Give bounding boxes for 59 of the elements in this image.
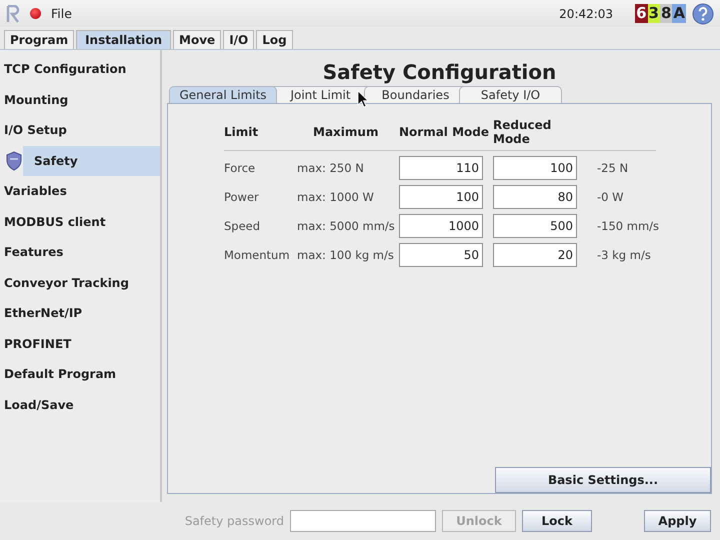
- reduced-mode-field[interactable]: 20: [493, 243, 577, 267]
- sidebar-item[interactable]: Load/Save: [0, 390, 160, 420]
- tab[interactable]: Installation: [76, 30, 172, 49]
- tab[interactable]: Safety I/O: [459, 86, 562, 103]
- footer-button[interactable]: Apply: [644, 510, 711, 532]
- reduced-mode-field[interactable]: 100: [493, 156, 577, 180]
- sidebar-item[interactable]: MODBUS client: [0, 206, 160, 237]
- maximum-text: max: 1000 W: [297, 190, 375, 204]
- row-label: Speed: [224, 219, 262, 233]
- difference-text: -25 N: [596, 161, 630, 175]
- row-label: Power: [224, 190, 260, 204]
- shield-icon: [5, 150, 23, 171]
- tab[interactable]: General Limits: [169, 86, 277, 103]
- normal-mode-field[interactable]: 100: [399, 185, 483, 209]
- sidebar-item[interactable]: EtherNet/IP: [0, 298, 160, 328]
- sidebar-item[interactable]: Mounting: [0, 84, 160, 115]
- sidebar-item[interactable]: Variables: [0, 176, 160, 206]
- help-icon[interactable]: [692, 2, 714, 24]
- basic-settings-button[interactable]: Basic Settings...: [495, 467, 711, 493]
- reduced-mode-field[interactable]: 500: [493, 214, 577, 238]
- normal-mode-field[interactable]: 1000: [399, 214, 483, 238]
- reduced-mode-field[interactable]: 80: [493, 185, 577, 209]
- row-label: Force: [224, 161, 256, 175]
- mouse-pointer-icon: [357, 90, 369, 108]
- maximum-text: max: 100 kg m/s: [297, 248, 395, 262]
- maximum-text: max: 250 N: [297, 161, 365, 175]
- sidebar-item[interactable]: Default Program: [0, 359, 160, 390]
- status-code-cell: 6: [635, 4, 648, 23]
- page-title: Safety Configuration: [322, 59, 558, 86]
- column-header: Normal Mode: [399, 125, 490, 139]
- footer-button[interactable]: Lock: [522, 510, 592, 532]
- status-code-cell: A: [672, 4, 686, 23]
- maximum-text: max: 5000 mm/s: [297, 219, 396, 233]
- column-header: Reduced Mode: [493, 118, 552, 146]
- file-menu[interactable]: File: [51, 6, 72, 21]
- sidebar-item[interactable]: Conveyor Tracking: [0, 268, 160, 298]
- record-icon: [30, 8, 41, 19]
- difference-text: -150 mm/s: [596, 219, 660, 233]
- clock-time: 20:42:03: [559, 6, 614, 20]
- tab[interactable]: Move: [173, 30, 222, 49]
- password-label: Safety password: [184, 514, 284, 528]
- logo-icon: [6, 4, 20, 22]
- difference-text: -3 kg m/s: [596, 248, 652, 262]
- difference-text: -0 W: [596, 190, 624, 204]
- status-code-cell: 3: [648, 4, 660, 23]
- sidebar-item[interactable]: Features: [0, 237, 160, 268]
- sidebar-item[interactable]: PROFINET: [0, 328, 160, 359]
- row-label: Momentum: [224, 248, 291, 262]
- tab[interactable]: Log: [256, 30, 293, 49]
- sidebar-item[interactable]: TCP Configuration: [0, 54, 160, 84]
- normal-mode-field[interactable]: 50: [399, 243, 483, 267]
- column-header: Limit: [224, 125, 260, 139]
- normal-mode-field[interactable]: 110: [399, 156, 483, 180]
- status-code-cell: 8: [660, 4, 672, 23]
- column-header: Maximum: [312, 125, 380, 139]
- sidebar-item[interactable]: I/O Setup: [0, 115, 160, 146]
- tab[interactable]: I/O: [223, 30, 254, 49]
- password-field[interactable]: [290, 510, 436, 532]
- tab[interactable]: Program: [4, 30, 74, 49]
